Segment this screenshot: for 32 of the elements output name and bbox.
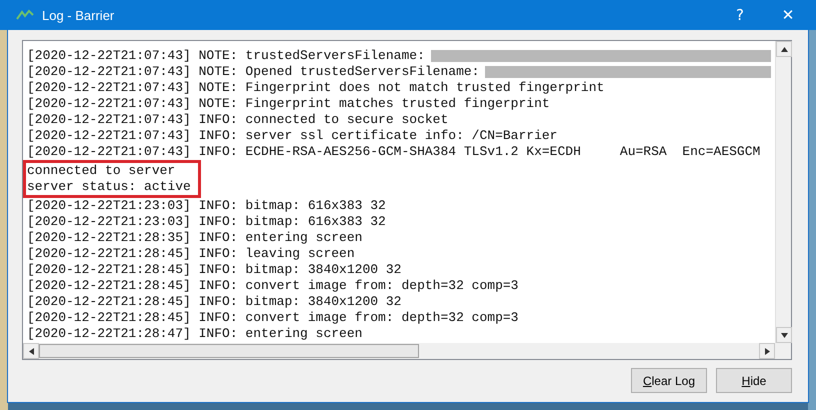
vertical-scrollbar[interactable]	[775, 41, 791, 343]
down-arrow-icon	[780, 332, 788, 338]
window-title: Log - Barrier	[42, 8, 116, 22]
log-line: connected to server	[27, 163, 176, 179]
log-line: [2020-12-22T21:28:35] INFO: entering screen	[27, 230, 362, 246]
log-line: [2020-12-22T21:07:43] INFO: ECDHE-RSA-AES256-GCM-SHA384 TLSv1.2 Kx=ECDH Au=RSA Enc=AESGCM	[27, 144, 760, 160]
dialog-button[interactable]: Clear Log	[631, 368, 707, 393]
left-arrow-icon	[28, 348, 34, 354]
log-line: [2020-12-22T21:07:43] NOTE: Fingerprint does not match trusted fingerprint	[27, 80, 604, 96]
help-button[interactable]: ?	[720, 0, 760, 30]
right-arrow-icon	[764, 348, 770, 354]
log-line: [2020-12-22T21:28:45] INFO: convert image from: depth=32 comp=3	[27, 278, 518, 294]
log-line: [2020-12-22T21:28:47] INFO: entering screen	[27, 326, 362, 342]
log-line: [2020-12-22T21:07:43] INFO: connected to secure socket	[27, 112, 448, 128]
close-button[interactable]: ✕	[768, 0, 808, 30]
log-line: [2020-12-22T21:07:43] NOTE: trustedServersFilename:	[27, 48, 425, 64]
log-line: [2020-12-22T21:07:43] NOTE: Opened trustedServersFilename:	[27, 64, 480, 80]
horizontal-scrollbar[interactable]	[23, 343, 775, 359]
log-text-area[interactable]	[22, 40, 792, 360]
log-line: [2020-12-22T21:23:03] INFO: bitmap: 616x383 32	[27, 198, 386, 214]
up-arrow-icon	[780, 46, 788, 52]
app-icon	[16, 9, 34, 21]
scroll-thumb[interactable]	[39, 344, 419, 358]
log-line: server status: active	[27, 179, 191, 195]
log-line: [2020-12-22T21:07:43] NOTE: Fingerprint matches trusted fingerprint	[27, 96, 550, 112]
log-line: [2020-12-22T21:07:43] INFO: server ssl certificate info: /CN=Barrier	[27, 128, 558, 144]
log-line: [2020-12-22T21:28:45] INFO: leaving screen	[27, 246, 355, 262]
dialog-button[interactable]: Hide	[716, 368, 792, 393]
log-line: [2020-12-22T21:28:45] INFO: bitmap: 3840x1200 32	[27, 294, 402, 310]
log-line: [2020-12-22T21:28:45] INFO: convert image from: depth=32 comp=3	[27, 310, 518, 326]
log-line: [2020-12-22T21:28:45] INFO: bitmap: 3840x1200 32	[27, 262, 402, 278]
log-line: [2020-12-22T21:23:03] INFO: bitmap: 616x383 32	[27, 214, 386, 230]
